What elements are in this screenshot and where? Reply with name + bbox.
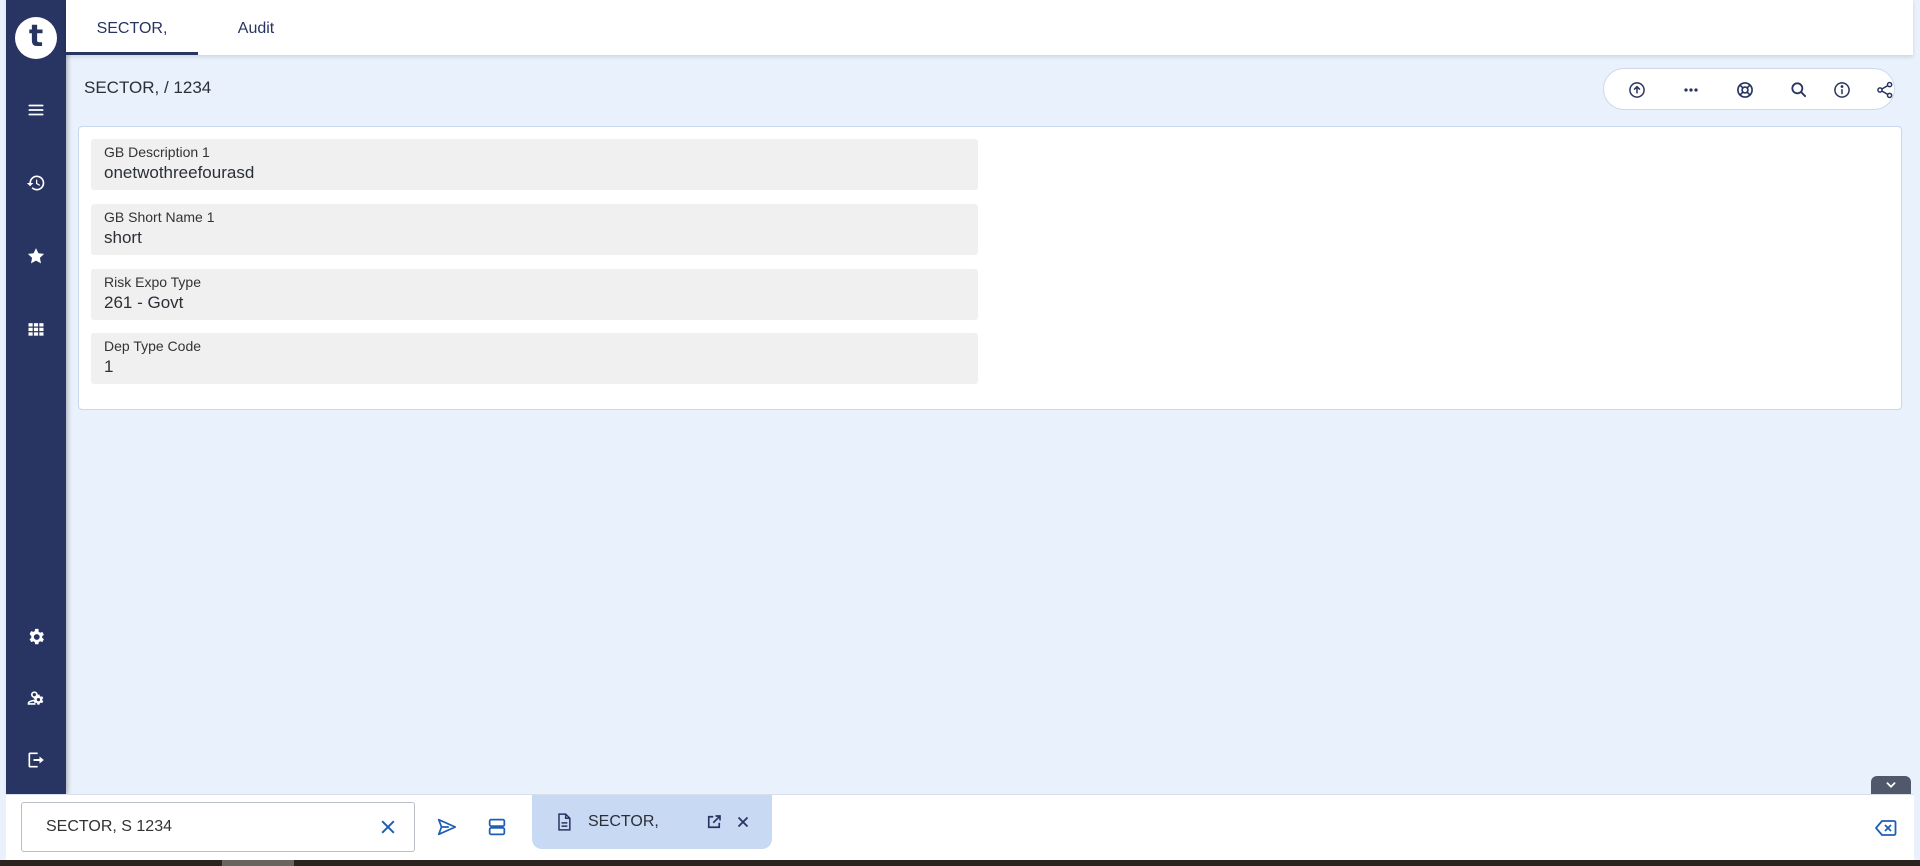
- top-tab-bar: SECTOR, Audit: [66, 0, 1913, 55]
- logout-icon[interactable]: [24, 748, 48, 772]
- backspace-icon[interactable]: [1874, 816, 1898, 840]
- user-settings-icon[interactable]: [24, 686, 48, 710]
- field-value: 1: [104, 357, 114, 376]
- field-gb-description-1[interactable]: GB Description 1 onetwothreefourasd: [91, 139, 978, 190]
- command-input[interactable]: [21, 802, 415, 852]
- close-icon[interactable]: [734, 813, 752, 831]
- open-external-icon[interactable]: [705, 813, 723, 831]
- tab-sector[interactable]: SECTOR,: [66, 0, 198, 55]
- share-icon[interactable]: [1873, 78, 1897, 102]
- strip-segment: [222, 860, 294, 866]
- field-label: GB Short Name 1: [104, 209, 215, 225]
- info-icon[interactable]: [1830, 78, 1854, 102]
- tab-audit[interactable]: Audit: [216, 0, 296, 55]
- gear-icon[interactable]: [24, 625, 48, 649]
- field-label: GB Description 1: [104, 144, 210, 160]
- page-title: SECTOR, / 1234: [84, 78, 212, 97]
- star-icon[interactable]: [24, 244, 48, 268]
- menu-icon[interactable]: [24, 98, 48, 122]
- field-value: onetwothreefourasd: [104, 163, 255, 182]
- field-value: 261 - Govt: [104, 293, 184, 312]
- sidebar: t: [6, 0, 66, 794]
- split-view-icon[interactable]: [484, 814, 510, 840]
- field-value: short: [104, 228, 142, 247]
- apps-grid-icon[interactable]: [24, 317, 48, 341]
- bottom-command-bar: SECTOR,: [6, 794, 1914, 860]
- upload-icon[interactable]: [1625, 78, 1649, 102]
- chevron-down-icon: [1886, 782, 1896, 788]
- collapse-panel-button[interactable]: [1871, 776, 1911, 794]
- screen-bottom-strip: [0, 860, 1920, 866]
- open-tab-title: SECTOR,: [588, 813, 659, 830]
- app-logo[interactable]: t: [15, 17, 57, 59]
- document-icon: [558, 813, 571, 831]
- search-icon[interactable]: [1787, 78, 1811, 102]
- record-form-card: GB Description 1 onetwothreefourasd GB S…: [78, 126, 1902, 410]
- open-window-tab[interactable]: SECTOR,: [532, 795, 772, 849]
- more-icon[interactable]: [1679, 78, 1703, 102]
- lifebuoy-icon[interactable]: [1733, 78, 1757, 102]
- field-label: Dep Type Code: [104, 338, 202, 354]
- clear-icon[interactable]: [378, 817, 398, 837]
- field-dep-type-code[interactable]: Dep Type Code 1: [91, 333, 978, 384]
- field-label: Risk Expo Type: [104, 274, 202, 290]
- header-actions-toolbar: [1603, 68, 1895, 110]
- field-gb-short-name-1[interactable]: GB Short Name 1 short: [91, 204, 978, 255]
- field-risk-expo-type[interactable]: Risk Expo Type 261 - Govt: [91, 269, 978, 320]
- history-icon[interactable]: [24, 171, 48, 195]
- send-icon[interactable]: [434, 814, 460, 840]
